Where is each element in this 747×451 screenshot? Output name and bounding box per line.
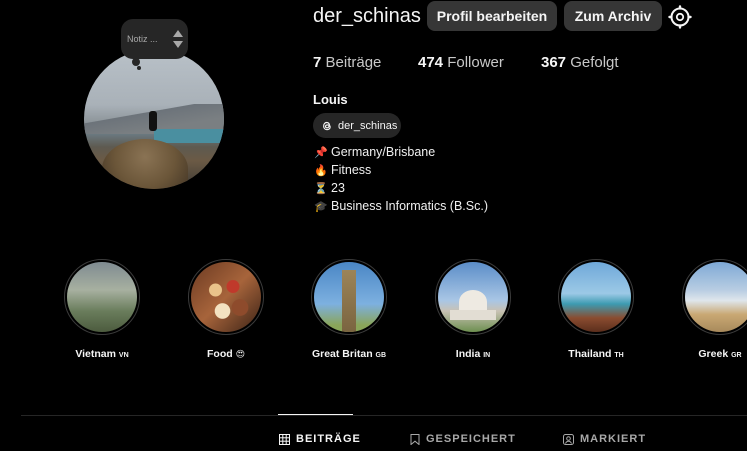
posts-stat: 7 Beiträge bbox=[313, 54, 381, 71]
tab-saved[interactable]: GESPEICHERT bbox=[410, 433, 516, 445]
tab-posts[interactable]: BEITRÄGE bbox=[279, 433, 361, 445]
bio-interest: Fitness bbox=[331, 163, 372, 177]
active-tab-indicator bbox=[278, 414, 353, 415]
bio-line: 🔥 Fitness bbox=[314, 162, 488, 180]
note-bubble-tail bbox=[132, 58, 140, 66]
full-name: Louis bbox=[313, 92, 348, 107]
highlight-label: Food 😍 bbox=[207, 348, 245, 360]
bookmark-icon bbox=[410, 433, 420, 445]
note-sort-icon bbox=[170, 24, 188, 54]
highlight-vietnam[interactable]: Vietnam VN bbox=[63, 259, 141, 360]
bio-age: 23 bbox=[331, 181, 345, 195]
following-label: Gefolgt bbox=[570, 54, 619, 71]
tab-tagged-label: MARKIERT bbox=[580, 433, 647, 445]
profile-avatar[interactable] bbox=[84, 49, 224, 189]
bio-location: Germany/Brisbane bbox=[331, 145, 436, 159]
highlight-cover bbox=[191, 262, 261, 332]
highlight-cover bbox=[438, 262, 508, 332]
highlight-cover bbox=[685, 262, 747, 332]
highlight-label: Vietnam VN bbox=[75, 348, 129, 360]
pin-icon: 📌 bbox=[314, 147, 328, 159]
note-bubble-tail-small bbox=[137, 66, 141, 70]
highlight-india[interactable]: India IN bbox=[434, 259, 512, 360]
note-text: Notiz ... bbox=[127, 34, 158, 44]
bio-line: 🎓 Business Informatics (B.Sc.) bbox=[314, 198, 488, 216]
threads-badge[interactable]: der_schinas bbox=[313, 113, 401, 138]
highlight-greek[interactable]: Greek GR bbox=[681, 259, 747, 360]
tabs-divider bbox=[21, 415, 747, 416]
followers-stat[interactable]: 474 Follower bbox=[418, 54, 504, 71]
grid-icon bbox=[279, 433, 290, 445]
posts-label: Beiträge bbox=[325, 54, 382, 71]
posts-count: 7 bbox=[313, 54, 322, 71]
tab-saved-label: GESPEICHERT bbox=[426, 433, 516, 445]
bio-education: Business Informatics (B.Sc.) bbox=[331, 199, 488, 213]
graduation-cap-icon: 🎓 bbox=[314, 201, 328, 213]
tab-tagged[interactable]: MARKIERT bbox=[563, 433, 646, 445]
highlight-great-britain[interactable]: Great Britan GB bbox=[310, 259, 388, 360]
following-stat[interactable]: 367 Gefolgt bbox=[541, 54, 619, 71]
tab-posts-label: BEITRÄGE bbox=[296, 433, 361, 445]
threads-icon bbox=[323, 121, 331, 130]
followers-label: Follower bbox=[447, 54, 504, 71]
fire-icon: 🔥 bbox=[314, 165, 328, 177]
archive-button[interactable]: Zum Archiv bbox=[564, 1, 662, 31]
followers-count: 474 bbox=[418, 54, 444, 71]
bio-line: ⏳ 23 bbox=[314, 180, 488, 198]
threads-handle: der_schinas bbox=[338, 119, 398, 132]
edit-profile-button[interactable]: Profil bearbeiten bbox=[427, 1, 557, 31]
highlight-label: Thailand TH bbox=[568, 348, 624, 360]
highlight-cover bbox=[561, 262, 631, 332]
tagged-user-icon bbox=[563, 433, 574, 445]
settings-gear-icon[interactable] bbox=[668, 5, 692, 29]
highlight-thailand[interactable]: Thailand TH bbox=[557, 259, 635, 360]
note-bubble[interactable]: Notiz ... bbox=[121, 19, 188, 59]
highlight-food[interactable]: Food 😍 bbox=[187, 259, 265, 360]
bio: 📌 Germany/Brisbane 🔥 Fitness ⏳ 23 🎓 Business… bbox=[314, 144, 488, 216]
highlight-label: Greek GR bbox=[698, 348, 742, 360]
following-count: 367 bbox=[541, 54, 567, 71]
highlight-greek-clip: Greek GR bbox=[681, 259, 747, 379]
highlight-cover bbox=[314, 262, 384, 332]
highlight-label: Great Britan GB bbox=[311, 348, 387, 360]
bio-line: 📌 Germany/Brisbane bbox=[314, 144, 488, 162]
highlight-label: India IN bbox=[455, 348, 491, 360]
hourglass-icon: ⏳ bbox=[314, 183, 328, 195]
username: der_schinas bbox=[313, 5, 421, 27]
highlight-cover bbox=[67, 262, 137, 332]
